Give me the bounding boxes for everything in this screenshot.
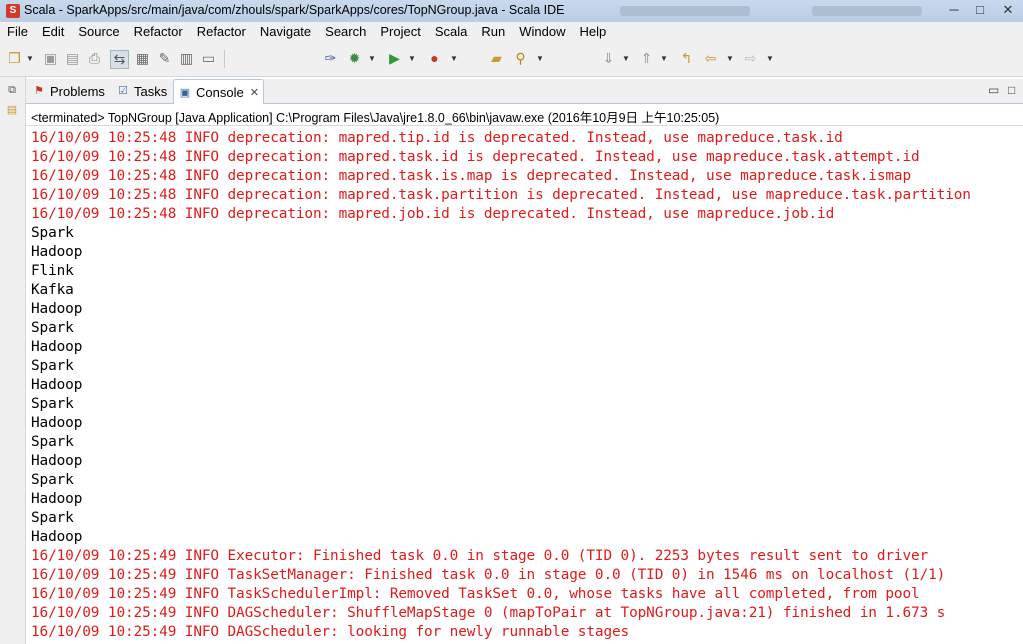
menu-navigate[interactable]: Navigate	[253, 22, 318, 42]
console-line: 16/10/09 10:25:49 INFO DAGScheduler: Shu…	[31, 605, 946, 621]
console-line: Spark	[31, 358, 74, 374]
menu-project[interactable]: Project	[373, 22, 427, 42]
menu-refactor[interactable]: Refactor	[127, 22, 190, 42]
console-line: Spark	[31, 510, 74, 526]
maximize-button[interactable]: □	[966, 0, 994, 20]
pin-icon[interactable]: ⚲	[512, 50, 529, 67]
task-list-icon[interactable]: ▥	[178, 50, 195, 67]
menu-file[interactable]: File	[0, 22, 35, 42]
forward-icon[interactable]: ⇨	[742, 50, 759, 67]
close-icon[interactable]: ✕	[250, 86, 259, 99]
console-line: Spark	[31, 472, 74, 488]
console-line: Kafka	[31, 282, 74, 298]
console-line: Spark	[31, 396, 74, 412]
menu-bar: File Edit Source Refactor Refactor Navig…	[0, 22, 1023, 42]
console-line: Hadoop	[31, 301, 83, 317]
new-file-icon[interactable]: ❐	[6, 50, 23, 67]
console-output[interactable]: 16/10/09 10:25:48 INFO deprecation: mapr…	[26, 128, 1023, 644]
console-line: 16/10/09 10:25:48 INFO deprecation: mapr…	[31, 130, 843, 146]
chevron-down-icon[interactable]: ▼	[622, 50, 630, 67]
back-icon[interactable]: ⇦	[702, 50, 719, 67]
menu-edit[interactable]: Edit	[35, 22, 71, 42]
minimize-view-icon[interactable]: ▭	[988, 83, 999, 97]
menu-run[interactable]: Run	[474, 22, 512, 42]
open-type-icon[interactable]: ▦	[134, 50, 151, 67]
console-line: Hadoop	[31, 244, 83, 260]
console-line: Hadoop	[31, 529, 83, 545]
debug-icon[interactable]: ✹	[346, 50, 363, 67]
tab-tasks[interactable]: ☑ Tasks	[112, 79, 171, 103]
save-all-icon[interactable]: ▤	[64, 50, 81, 67]
terminal-icon[interactable]: ▭	[200, 50, 217, 67]
console-line: 16/10/09 10:25:48 INFO deprecation: mapr…	[31, 206, 835, 222]
toggle-icon[interactable]: ⇆	[110, 50, 129, 69]
open-folder-icon[interactable]: ▰	[488, 50, 505, 67]
toolbar-separator	[224, 50, 225, 68]
tab-console[interactable]: ▣ Console ✕	[173, 79, 264, 105]
chevron-down-icon[interactable]: ▼	[766, 50, 774, 67]
console-line: Hadoop	[31, 377, 83, 393]
view-tab-bar: ⚑ Problems ☑ Tasks ▣ Console ✕ ▭ □	[26, 79, 1023, 105]
title-bar: S Scala - SparkApps/src/main/java/com/zh…	[0, 0, 1023, 23]
toolbar: ❐ ▼ ▣ ▤ ⎙ ⇆ ▦ ✎ ▥ ▭ ✑ ✹ ▼ ▶ ▼ ● ▼ ▰ ⚲ ▼ …	[0, 42, 1023, 77]
console-line: Hadoop	[31, 339, 83, 355]
next-annotation-icon[interactable]: ⇓	[600, 50, 617, 67]
problems-icon: ⚑	[34, 85, 44, 97]
tasks-icon: ☑	[118, 85, 128, 97]
console-line: Spark	[31, 434, 74, 450]
console-line: 16/10/09 10:25:48 INFO deprecation: mapr…	[31, 187, 971, 203]
console-line: 16/10/09 10:25:49 INFO Executor: Finishe…	[31, 548, 929, 564]
close-button[interactable]: ✕	[994, 0, 1022, 20]
chevron-down-icon[interactable]: ▼	[368, 50, 376, 67]
console-line: 16/10/09 10:25:48 INFO deprecation: mapr…	[31, 149, 920, 165]
blurred-taskbar-item	[812, 6, 922, 16]
tab-label: Problems	[50, 83, 105, 99]
print-icon[interactable]: ⎙	[86, 50, 103, 67]
external-tools-icon[interactable]: ●	[426, 50, 443, 67]
menu-refactor-2[interactable]: Refactor	[190, 22, 253, 42]
chevron-down-icon[interactable]: ▼	[726, 50, 734, 67]
menu-scala[interactable]: Scala	[428, 22, 475, 42]
console-icon: ▣	[179, 86, 191, 99]
console-line: Hadoop	[31, 453, 83, 469]
maximize-view-icon[interactable]: □	[1008, 83, 1015, 97]
console-line: Hadoop	[31, 491, 83, 507]
scala-ide-icon: S	[6, 4, 20, 18]
chevron-down-icon[interactable]: ▼	[408, 50, 416, 67]
console-line: 16/10/09 10:25:49 INFO TaskSetManager: F…	[31, 567, 946, 583]
chevron-down-icon[interactable]: ▼	[450, 50, 458, 67]
save-icon[interactable]: ▣	[42, 50, 59, 67]
last-edit-icon[interactable]: ↰	[678, 50, 695, 67]
window-title: Scala - SparkApps/src/main/java/com/zhou…	[24, 3, 565, 17]
tab-label: Tasks	[134, 83, 168, 99]
chevron-down-icon[interactable]: ▼	[536, 50, 544, 67]
restore-icon[interactable]: ⧉	[5, 83, 19, 97]
tab-label: Console	[196, 85, 244, 100]
console-line: Flink	[31, 263, 74, 279]
console-header: <terminated> TopNGroup [Java Application…	[26, 104, 1023, 126]
menu-help[interactable]: Help	[572, 22, 613, 42]
chevron-down-icon[interactable]: ▼	[26, 50, 34, 67]
run-icon[interactable]: ▶	[386, 50, 403, 67]
minimize-button[interactable]: ─	[940, 0, 968, 20]
process-label: <terminated> TopNGroup [Java Application…	[31, 111, 720, 125]
menu-window[interactable]: Window	[512, 22, 572, 42]
menu-search[interactable]: Search	[318, 22, 373, 42]
console-line: Spark	[31, 225, 74, 241]
open-resource-icon[interactable]: ✎	[156, 50, 173, 67]
package-explorer-icon[interactable]: ▤	[5, 103, 19, 117]
console-line: 16/10/09 10:25:48 INFO deprecation: mapr…	[31, 168, 912, 184]
blurred-taskbar-item	[620, 6, 750, 16]
console-line: Hadoop	[31, 415, 83, 431]
chevron-down-icon[interactable]: ▼	[660, 50, 668, 67]
console-line: 16/10/09 10:25:49 INFO DAGScheduler: loo…	[31, 624, 630, 640]
menu-source[interactable]: Source	[71, 22, 126, 42]
left-trim-bar: ⧉ ▤	[0, 77, 26, 644]
console-line: 16/10/09 10:25:49 INFO TaskSchedulerImpl…	[31, 586, 920, 602]
console-line: Spark	[31, 320, 74, 336]
tab-problems[interactable]: ⚑ Problems	[28, 79, 109, 103]
skip-breakpoints-icon[interactable]: ✑	[322, 50, 339, 67]
previous-annotation-icon[interactable]: ⇑	[638, 50, 655, 67]
